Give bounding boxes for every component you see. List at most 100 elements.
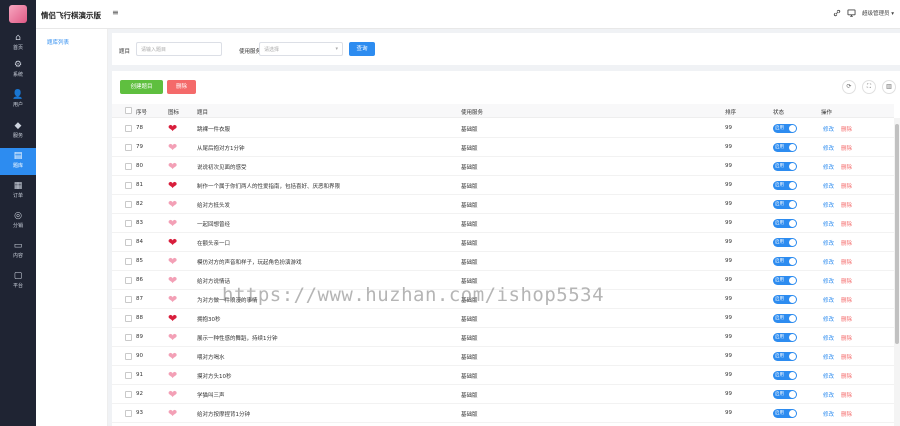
status-toggle-label: 启用 bbox=[775, 354, 784, 359]
delete-link[interactable]: 删除 bbox=[841, 220, 852, 228]
screen-icon[interactable] bbox=[847, 9, 856, 17]
status-toggle[interactable]: 启用 bbox=[773, 143, 797, 152]
rail-item-6[interactable]: ◎ 分销 bbox=[0, 208, 36, 235]
status-toggle[interactable]: 启用 bbox=[773, 409, 797, 418]
table-scrollbar[interactable] bbox=[894, 118, 900, 426]
delete-link[interactable]: 删除 bbox=[841, 296, 852, 304]
row-checkbox[interactable] bbox=[125, 144, 132, 151]
edit-link[interactable]: 修改 bbox=[823, 239, 834, 247]
delete-link[interactable]: 删除 bbox=[841, 182, 852, 190]
edit-link[interactable]: 修改 bbox=[823, 125, 834, 133]
row-checkbox[interactable] bbox=[125, 201, 132, 208]
status-toggle[interactable]: 启用 bbox=[773, 200, 797, 209]
status-toggle[interactable]: 启用 bbox=[773, 276, 797, 285]
menu-toggle-icon[interactable]: ≡ bbox=[112, 8, 119, 17]
delete-link[interactable]: 删除 bbox=[841, 277, 852, 285]
create-question-button[interactable]: 创建题目 bbox=[120, 80, 163, 94]
edit-link[interactable]: 修改 bbox=[823, 315, 834, 323]
status-toggle[interactable]: 启用 bbox=[773, 257, 797, 266]
delete-link[interactable]: 删除 bbox=[841, 258, 852, 266]
edit-link[interactable]: 修改 bbox=[823, 334, 834, 342]
status-toggle[interactable]: 启用 bbox=[773, 390, 797, 399]
link-icon[interactable] bbox=[833, 9, 841, 17]
rail-item-4[interactable]: ▤ 题库 bbox=[0, 148, 36, 175]
edit-link[interactable]: 修改 bbox=[823, 296, 834, 304]
edit-link[interactable]: 修改 bbox=[823, 163, 834, 171]
subnav-item-question-list[interactable]: 题库列表 bbox=[47, 38, 69, 46]
row-no: 88 bbox=[136, 315, 143, 321]
columns-icon[interactable]: ▥ bbox=[882, 80, 896, 94]
edit-link[interactable]: 修改 bbox=[823, 410, 834, 418]
delete-link[interactable]: 删除 bbox=[841, 315, 852, 323]
rail-item-2[interactable]: 👤 用户 bbox=[0, 87, 36, 114]
status-toggle[interactable]: 启用 bbox=[773, 295, 797, 304]
edit-link[interactable]: 修改 bbox=[823, 372, 834, 380]
row-checkbox[interactable] bbox=[125, 125, 132, 132]
table-row: 89 ❤ 展示一种性感的舞蹈，持续1分钟 基础版 99 启用 修改 删除 bbox=[112, 328, 894, 347]
delete-link[interactable]: 删除 bbox=[841, 163, 852, 171]
status-toggle[interactable]: 启用 bbox=[773, 162, 797, 171]
delete-link[interactable]: 删除 bbox=[841, 125, 852, 133]
delete-link[interactable]: 删除 bbox=[841, 201, 852, 209]
row-checkbox[interactable] bbox=[125, 182, 132, 189]
row-checkbox[interactable] bbox=[125, 258, 132, 265]
delete-link[interactable]: 删除 bbox=[841, 410, 852, 418]
delete-link[interactable]: 删除 bbox=[841, 334, 852, 342]
row-checkbox[interactable] bbox=[125, 163, 132, 170]
edit-link[interactable]: 修改 bbox=[823, 258, 834, 266]
scrollbar-thumb[interactable] bbox=[895, 124, 899, 344]
question-search-input[interactable]: 请输入题目 bbox=[136, 42, 222, 56]
edit-link[interactable]: 修改 bbox=[823, 353, 834, 361]
select-all-checkbox[interactable] bbox=[125, 107, 132, 114]
edit-link[interactable]: 修改 bbox=[823, 182, 834, 190]
rail-item-0[interactable]: ⌂ 首页 bbox=[0, 30, 36, 57]
row-checkbox[interactable] bbox=[125, 410, 132, 417]
row-checkbox[interactable] bbox=[125, 296, 132, 303]
table-row: 93 ❤ 给对方按摩捏背1分钟 基础版 99 启用 修改 删除 bbox=[112, 404, 894, 423]
header-sort: 排序 bbox=[725, 110, 737, 116]
rail-item-5[interactable]: ▦ 订单 bbox=[0, 178, 36, 205]
row-no: 93 bbox=[136, 410, 143, 416]
delete-link[interactable]: 删除 bbox=[841, 391, 852, 399]
row-checkbox[interactable] bbox=[125, 372, 132, 379]
gear-icon: ⚙ bbox=[13, 60, 23, 70]
row-no: 81 bbox=[136, 182, 143, 188]
status-toggle[interactable]: 启用 bbox=[773, 352, 797, 361]
rail-item-7[interactable]: ▭ 内容 bbox=[0, 238, 36, 265]
status-toggle[interactable]: 启用 bbox=[773, 314, 797, 323]
delete-link[interactable]: 删除 bbox=[841, 144, 852, 152]
row-no: 89 bbox=[136, 334, 143, 340]
edit-link[interactable]: 修改 bbox=[823, 277, 834, 285]
sub-navigation: 题库列表 bbox=[36, 29, 108, 426]
row-checkbox[interactable] bbox=[125, 277, 132, 284]
row-service: 基础版 bbox=[461, 260, 478, 266]
delete-link[interactable]: 删除 bbox=[841, 239, 852, 247]
row-checkbox[interactable] bbox=[125, 239, 132, 246]
status-toggle[interactable]: 启用 bbox=[773, 181, 797, 190]
status-toggle[interactable]: 启用 bbox=[773, 333, 797, 342]
rail-item-8[interactable]: ▢ 平台 bbox=[0, 268, 36, 295]
status-toggle[interactable]: 启用 bbox=[773, 124, 797, 133]
query-button[interactable]: 查询 bbox=[349, 42, 375, 56]
edit-link[interactable]: 修改 bbox=[823, 391, 834, 399]
edit-link[interactable]: 修改 bbox=[823, 201, 834, 209]
row-checkbox[interactable] bbox=[125, 391, 132, 398]
delete-link[interactable]: 删除 bbox=[841, 372, 852, 380]
edit-link[interactable]: 修改 bbox=[823, 220, 834, 228]
rail-item-3[interactable]: ◆ 服务 bbox=[0, 118, 36, 145]
edit-link[interactable]: 修改 bbox=[823, 144, 834, 152]
user-menu[interactable]: 超级管理员 ▾ bbox=[862, 9, 894, 17]
row-checkbox[interactable] bbox=[125, 315, 132, 322]
refresh-icon[interactable]: ⟳ bbox=[842, 80, 856, 94]
bulk-delete-button[interactable]: 删除 bbox=[167, 80, 196, 94]
row-checkbox[interactable] bbox=[125, 220, 132, 227]
row-checkbox[interactable] bbox=[125, 353, 132, 360]
service-select[interactable]: 请选择 ▾ bbox=[259, 42, 343, 56]
status-toggle[interactable]: 启用 bbox=[773, 371, 797, 380]
fullscreen-icon[interactable]: ⛶ bbox=[862, 80, 876, 94]
status-toggle[interactable]: 启用 bbox=[773, 219, 797, 228]
row-checkbox[interactable] bbox=[125, 334, 132, 341]
rail-item-1[interactable]: ⚙ 系统 bbox=[0, 57, 36, 84]
status-toggle[interactable]: 启用 bbox=[773, 238, 797, 247]
delete-link[interactable]: 删除 bbox=[841, 353, 852, 361]
